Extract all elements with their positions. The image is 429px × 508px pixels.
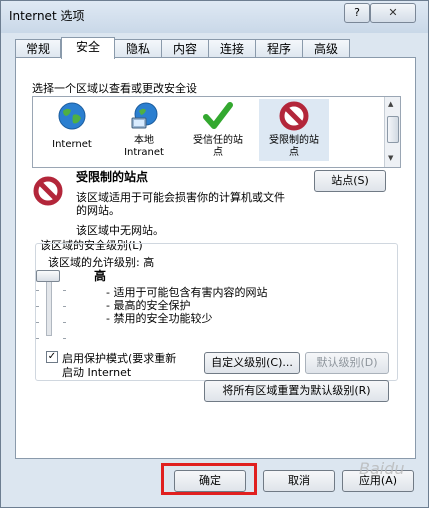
zone-trusted-sites[interactable]: 受信任的站 点 bbox=[183, 99, 253, 161]
level-bullet: - 禁用的安全功能较少 bbox=[106, 312, 213, 325]
zone-restricted-sites-label: 受限制的站 点 bbox=[269, 135, 319, 158]
checkmark-icon bbox=[203, 102, 233, 129]
slider-tick bbox=[63, 322, 66, 323]
security-level-name: 高 bbox=[94, 269, 107, 283]
slider-tick bbox=[63, 338, 66, 339]
tab-content[interactable]: 内容 bbox=[161, 39, 209, 58]
security-level-slider-thumb[interactable] bbox=[36, 270, 60, 282]
zone-trusted-sites-label: 受信任的站 点 bbox=[193, 135, 243, 158]
slider-tick bbox=[36, 322, 39, 323]
tab-advanced[interactable]: 高级 bbox=[302, 39, 350, 58]
scroll-down-arrow-icon[interactable]: ▼ bbox=[388, 154, 393, 162]
slider-tick bbox=[63, 290, 66, 291]
help-button[interactable]: ? bbox=[344, 3, 370, 23]
tab-connections[interactable]: 连接 bbox=[208, 39, 256, 58]
tab-programs[interactable]: 程序 bbox=[255, 39, 303, 58]
select-zone-label: 选择一个区域以查看或更改安全设 bbox=[32, 82, 197, 95]
custom-level-button[interactable]: 自定义级别(C)... bbox=[204, 352, 300, 374]
sites-button[interactable]: 站点(S) bbox=[314, 170, 386, 192]
scroll-up-arrow-icon[interactable]: ▲ bbox=[388, 100, 393, 108]
tab-privacy[interactable]: 隐私 bbox=[114, 39, 162, 58]
close-button[interactable]: ✕ bbox=[370, 3, 416, 23]
globe-icon bbox=[58, 102, 86, 130]
zone-internet-label: Internet bbox=[52, 139, 92, 150]
tab-security[interactable]: 安全 bbox=[61, 37, 115, 59]
zone-title: 受限制的站点 bbox=[76, 170, 149, 184]
reset-all-zones-button[interactable]: 将所有区域重置为默认级别(R) bbox=[204, 380, 389, 402]
title-bar: Internet 选项 ? ✕ bbox=[1, 1, 428, 33]
slider-tick bbox=[36, 290, 39, 291]
intranet-globe-icon bbox=[131, 102, 158, 129]
cancel-button[interactable]: 取消 bbox=[263, 470, 335, 492]
baidu-watermark: Baidu bbox=[359, 459, 405, 478]
window-title: Internet 选项 bbox=[9, 9, 85, 23]
tab-general[interactable]: 常规 bbox=[15, 39, 61, 58]
zone-description-line2: 的网站。 bbox=[76, 204, 120, 217]
zone-no-sites-text: 该区域中无网站。 bbox=[76, 224, 164, 237]
security-level-slider-track[interactable] bbox=[46, 274, 52, 336]
zone-restricted-sites[interactable]: 受限制的站 点 bbox=[259, 99, 329, 161]
zone-local-intranet-label: 本地 Intranet bbox=[124, 135, 164, 158]
internet-options-dialog: Internet 选项 ? ✕ 常规 安全 隐私 内容 连接 程序 高级 选择一… bbox=[0, 0, 429, 508]
ok-button-highlight bbox=[161, 463, 257, 495]
restricted-zone-icon bbox=[33, 176, 63, 206]
security-panel: 选择一个区域以查看或更改安全设 Internet 本地 Intranet 受信任… bbox=[15, 57, 416, 459]
default-level-button[interactable]: 默认级别(D) bbox=[305, 352, 389, 374]
slider-tick bbox=[63, 306, 66, 307]
protected-mode-label-line2[interactable]: 启动 Internet bbox=[62, 364, 131, 380]
zone-internet[interactable]: Internet bbox=[37, 99, 107, 161]
scroll-thumb[interactable] bbox=[387, 116, 399, 143]
zone-list-scrollbar[interactable]: ▲ ▼ bbox=[384, 97, 400, 167]
zone-list: Internet 本地 Intranet 受信任的站 点 受限制的站 点 ▲ ▼ bbox=[32, 96, 401, 168]
protected-mode-checkbox[interactable]: ✓ bbox=[46, 351, 58, 363]
slider-tick bbox=[36, 306, 39, 307]
zone-local-intranet[interactable]: 本地 Intranet bbox=[109, 99, 179, 161]
no-entry-icon bbox=[279, 101, 309, 131]
slider-tick bbox=[36, 338, 39, 339]
